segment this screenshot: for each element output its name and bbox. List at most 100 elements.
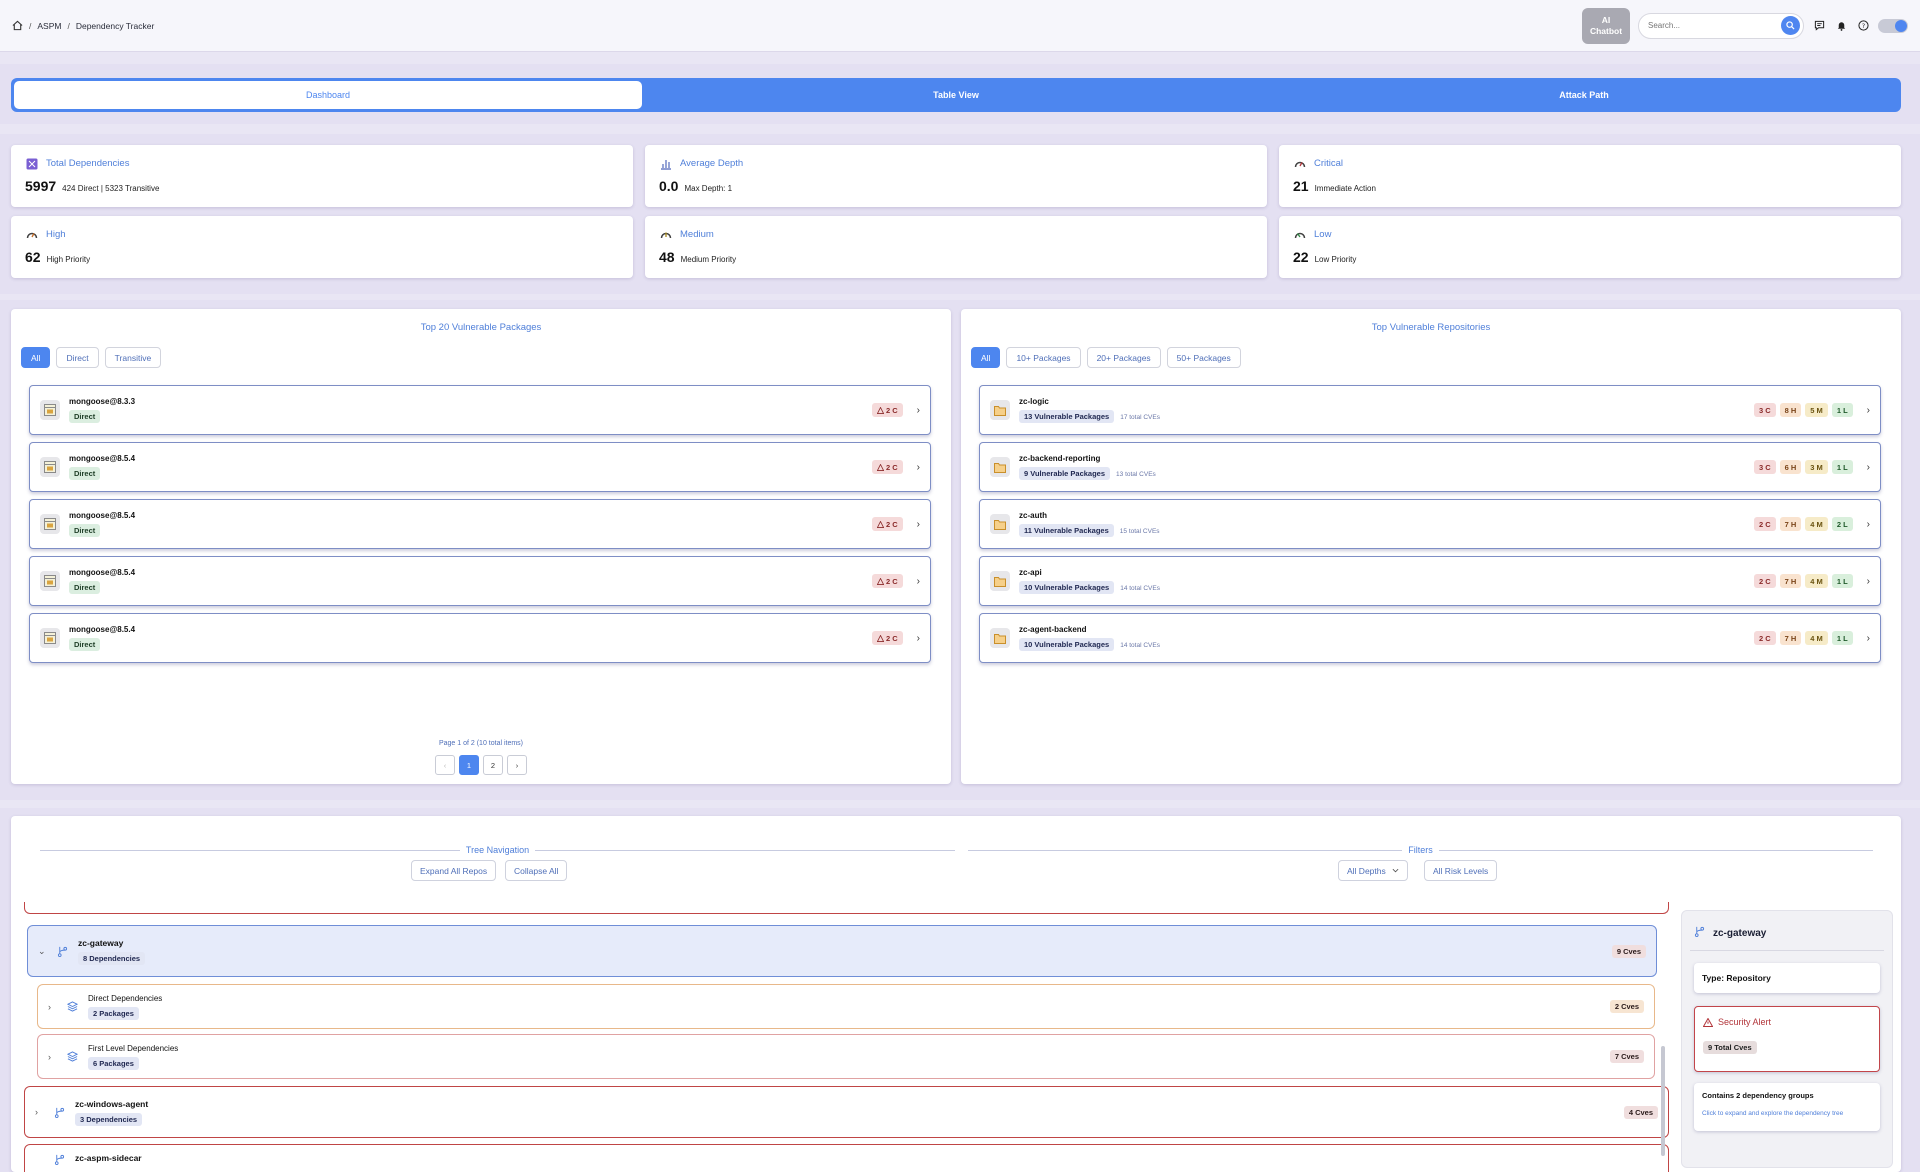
package-name: mongoose@8.5.4 (69, 454, 136, 463)
git-branch-icon (56, 945, 68, 957)
tab-table-view[interactable]: Table View (642, 81, 1270, 109)
chevron-right-icon[interactable]: › (48, 1052, 58, 1062)
package-row[interactable]: mongoose@8.3.3 Direct 2 C › (29, 385, 931, 435)
page-2-button[interactable]: 2 (483, 755, 503, 775)
node-name: zc-gateway (78, 937, 124, 948)
help-icon[interactable]: ? (1856, 19, 1870, 33)
tree-node-direct-dependencies[interactable]: › Direct Dependencies 2 Packages 2 Cves (37, 984, 1655, 1029)
chevron-right-icon[interactable]: › (917, 633, 920, 644)
tab-dashboard[interactable]: Dashboard (14, 81, 642, 109)
home-icon[interactable] (12, 20, 23, 31)
node-name: Direct Dependencies (88, 993, 163, 1003)
folder-icon (990, 400, 1010, 420)
node-count-badge: 3 Dependencies (75, 1112, 143, 1126)
stat-subtext: Immediate Action (1314, 184, 1376, 193)
next-page-button[interactable]: › (507, 755, 527, 775)
tree-node-zc-aspm-sidecar[interactable]: zc-aspm-sidecar (24, 1144, 1669, 1172)
package-name: mongoose@8.5.4 (69, 625, 136, 634)
tree-scrollbar[interactable] (1661, 1046, 1665, 1156)
total-cves: 14 total CVEs (1120, 585, 1160, 592)
repo-row[interactable]: zc-agent-backend 10 Vulnerable Packages 14… (979, 613, 1881, 663)
chevron-right-icon[interactable]: › (917, 405, 920, 416)
warning-icon (876, 520, 884, 528)
stat-card-low: Low 22 Low Priority (1279, 216, 1901, 278)
tree-node-zc-gateway[interactable]: ⌄ zc-gateway 8 Dependencies 9 Cves (27, 925, 1657, 977)
repo-row[interactable]: zc-auth 11 Vulnerable Packages 15 total CV… (979, 499, 1881, 549)
top-bar: / ASPM / Dependency Tracker AI Chatbot ? (0, 0, 1920, 52)
stat-value: 5997 (25, 178, 57, 194)
package-type-badge: Direct (69, 581, 101, 594)
filter-20-plus[interactable]: 20+ Packages (1086, 347, 1161, 368)
high-badge: 7 H (1779, 517, 1802, 531)
stat-subtext: Max Depth: 1 (684, 184, 733, 193)
tab-attack-path[interactable]: Attack Path (1270, 81, 1898, 109)
tab-section: Dashboard Table View Attack Path (0, 64, 1920, 124)
repo-row[interactable]: zc-backend-reporting 9 Vulnerable Package… (979, 442, 1881, 492)
package-name: mongoose@8.5.4 (69, 511, 136, 520)
chevron-right-icon[interactable]: › (35, 1107, 45, 1117)
package-icon (40, 628, 60, 648)
page-1-button[interactable]: 1 (459, 755, 479, 775)
node-count-badge: 6 Packages (88, 1056, 139, 1070)
chevron-down-icon (1392, 868, 1399, 873)
ai-chatbot-button[interactable]: AI Chatbot (1582, 7, 1630, 44)
chevron-down-icon[interactable]: ⌄ (38, 946, 48, 957)
repo-row[interactable]: zc-api 10 Vulnerable Packages 14 total CVE… (979, 556, 1881, 606)
stat-title: High (46, 229, 66, 240)
top-lists-section: Top 20 Vulnerable Packages All Direct Tr… (0, 300, 1920, 800)
chevron-right-icon[interactable]: › (1867, 462, 1870, 473)
chevron-right-icon[interactable]: › (48, 1002, 58, 1012)
stat-subtext: High Priority (46, 255, 91, 264)
dependency-groups-card: Contains 2 dependency groups Click to ex… (1694, 1083, 1880, 1131)
breadcrumb-aspm[interactable]: ASPM (37, 21, 61, 31)
filter-all[interactable]: All (21, 347, 51, 368)
prev-page-button[interactable]: ‹ (435, 755, 455, 775)
stat-title: Low (1314, 229, 1332, 240)
repo-row[interactable]: zc-logic 13 Vulnerable Packages 17 total C… (979, 385, 1881, 435)
filter-50-plus[interactable]: 50+ Packages (1166, 347, 1241, 368)
tree-node-previous[interactable] (24, 902, 1669, 914)
chevron-right-icon[interactable]: › (1867, 405, 1870, 416)
critical-count: 2 C (885, 633, 898, 643)
tree-node-zc-windows-agent[interactable]: › zc-windows-agent 3 Dependencies 4 Cves (24, 1086, 1669, 1138)
total-cves: 13 total CVEs (1116, 471, 1156, 478)
chevron-right-icon[interactable]: › (1867, 576, 1870, 587)
tree-node-first-level-dependencies[interactable]: › First Level Dependencies 6 Packages 7 C… (37, 1034, 1655, 1079)
package-row[interactable]: mongoose@8.5.4 Direct 2 C › (29, 499, 931, 549)
messages-icon[interactable] (1812, 19, 1826, 33)
cves-badge: 9 Cves (1611, 944, 1646, 958)
cves-badge: 4 Cves (1623, 1105, 1658, 1119)
package-icon (40, 400, 60, 420)
collapse-all-button[interactable]: Collapse All (505, 860, 568, 881)
depth-select[interactable]: All Depths (1338, 860, 1408, 881)
package-row[interactable]: mongoose@8.5.4 Direct 2 C › (29, 556, 931, 606)
filter-direct[interactable]: Direct (56, 347, 99, 368)
bell-icon[interactable] (1834, 19, 1848, 33)
vulnerable-packages-badge: 9 Vulnerable Packages (1019, 467, 1111, 480)
package-row[interactable]: mongoose@8.5.4 Direct 2 C › (29, 613, 931, 663)
folder-icon (990, 514, 1010, 534)
security-alert-card: Security Alert 9 Total Cves (1694, 1006, 1880, 1072)
layers-icon (66, 1051, 78, 1063)
warning-icon (876, 634, 884, 642)
node-name: zc-aspm-sidecar (75, 1153, 142, 1163)
search-button[interactable] (1781, 16, 1800, 35)
chevron-right-icon[interactable]: › (1867, 519, 1870, 530)
depth-chart-icon (659, 157, 672, 170)
expand-all-repos-button[interactable]: Expand All Repos (411, 860, 497, 881)
critical-badge: 2 C (1753, 631, 1776, 645)
chevron-right-icon[interactable]: › (917, 576, 920, 587)
filter-transitive[interactable]: Transitive (104, 347, 162, 368)
chevron-right-icon[interactable]: › (917, 519, 920, 530)
chevron-right-icon[interactable]: › (917, 462, 920, 473)
critical-count-badge: 2 C (871, 574, 903, 588)
risk-level-select[interactable]: All Risk Levels (1424, 860, 1498, 881)
filter-10-plus[interactable]: 10+ Packages (1006, 347, 1081, 368)
filter-all[interactable]: All (971, 347, 1001, 368)
package-row[interactable]: mongoose@8.5.4 Direct 2 C › (29, 442, 931, 492)
info-title: Contains 2 dependency groups (1702, 1091, 1814, 1100)
search-input[interactable] (1648, 21, 1781, 30)
package-icon (40, 457, 60, 477)
chevron-right-icon[interactable]: › (1867, 633, 1870, 644)
theme-toggle[interactable] (1878, 18, 1908, 33)
